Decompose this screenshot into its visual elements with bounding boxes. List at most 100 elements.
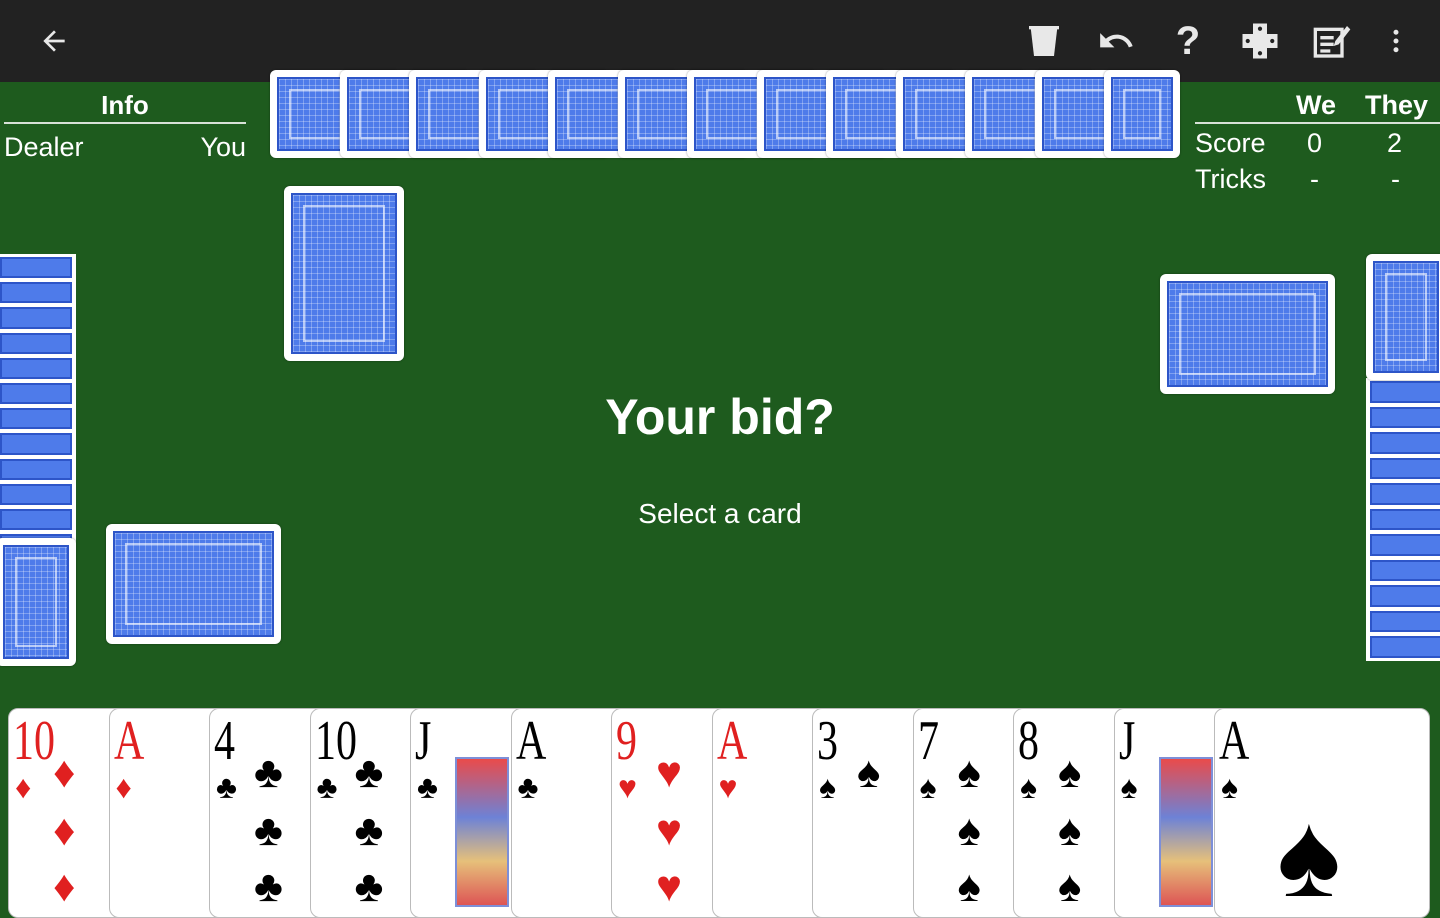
opponent-card-edge — [1366, 454, 1440, 482]
hand-card[interactable]: A ♠ ♠ — [1214, 708, 1430, 918]
score-row: Score 0 2 — [1195, 124, 1440, 160]
card-rank: 10 — [13, 710, 55, 772]
card-suit-icon: ♦ — [15, 769, 32, 805]
score-label: Score — [1195, 128, 1266, 158]
card-suit-icon: ♣ — [316, 769, 338, 805]
card-suit-icon: ♠ — [1120, 769, 1138, 805]
tricks-they: - — [1391, 164, 1400, 194]
card-pip: ♣ — [354, 862, 384, 911]
face-card-art — [1158, 757, 1213, 907]
card-suit-icon: ♠ — [819, 769, 836, 805]
opponent-card-edge — [1366, 556, 1440, 584]
card-pip: ♦ — [53, 862, 76, 911]
card-pip: ♣ — [254, 862, 283, 911]
opponent-card-back — [0, 538, 76, 666]
gamepad-button[interactable] — [1234, 14, 1286, 68]
card-pip: ♠ — [957, 862, 981, 911]
player-hand: 10 ♦ ♦ ♦ ♦ A ♦ 4 ♣ ♣ ♣ ♣ 10 ♣ ♣ ♣ ♣ J ♣ A ♣ 9 ♥ ♥ ♥ ♥ A ♥ 3 ♠ ♠ 7 ♠ ♠ ♠ ♠ 8 ♠… — [8, 708, 1432, 918]
tricks-we: - — [1310, 164, 1319, 194]
card-pip: ♣ — [354, 806, 384, 855]
undo-button[interactable] — [1090, 14, 1142, 68]
face-card-art — [455, 757, 509, 907]
score-they: 2 — [1387, 128, 1403, 158]
card-pip: ♠ — [1058, 806, 1082, 855]
trash-button[interactable] — [1018, 14, 1070, 68]
back-button[interactable] — [28, 14, 80, 68]
more-vert-icon — [1393, 29, 1399, 53]
card-pip: ♠ — [857, 748, 881, 797]
opponent-card-edge — [0, 354, 76, 382]
opponent-card-edge — [1366, 582, 1440, 610]
opponent-card-back — [1104, 70, 1180, 158]
card-pip: ♦ — [53, 806, 76, 855]
tricks-row: Tricks - - — [1195, 160, 1440, 196]
played-card-right — [1160, 274, 1335, 394]
card-suit-icon: ♦ — [115, 769, 132, 805]
info-title: Info — [4, 88, 246, 124]
dealer-label: Dealer — [4, 132, 84, 162]
card-rank: 3 — [817, 710, 838, 772]
card-suit-icon: ♥ — [618, 769, 637, 805]
col-they: They — [1365, 90, 1429, 120]
card-pip: ♠ — [957, 748, 981, 797]
tricks-label: Tricks — [1195, 164, 1266, 194]
card-rank: A — [1219, 710, 1250, 772]
card-suit-icon: ♥ — [718, 769, 738, 805]
opponent-card-edge — [1366, 531, 1440, 559]
card-pip: ♥ — [656, 862, 683, 911]
bid-prompt-title: Your bid? — [605, 389, 835, 445]
dealer-value: You — [200, 132, 246, 162]
card-rank: 9 — [616, 710, 637, 772]
trash-icon — [1029, 26, 1059, 56]
card-pip: ♣ — [254, 748, 283, 797]
card-rank: A — [716, 710, 747, 772]
card-suit-icon: ♣ — [216, 769, 237, 805]
card-rank: 8 — [1018, 710, 1039, 772]
bid-prompt-subtitle: Select a card — [638, 498, 802, 529]
undo-icon — [1100, 33, 1133, 48]
card-pip: ♥ — [656, 806, 683, 855]
score-header: We They — [1195, 88, 1440, 124]
opponent-card-edge — [0, 304, 76, 332]
card-rank: A — [113, 710, 144, 772]
card-pip: ♠ — [957, 806, 981, 855]
card-rank: 10 — [314, 710, 357, 772]
card-pip: ♣ — [354, 748, 384, 797]
card-suit-icon: ♠ — [919, 769, 937, 805]
opponent-card-back — [1366, 254, 1440, 380]
dealer-row: Dealer You — [4, 132, 246, 163]
played-card-left — [106, 524, 281, 644]
more-button[interactable] — [1370, 14, 1422, 68]
score-we: 0 — [1307, 128, 1323, 158]
card-rank: 7 — [917, 710, 939, 772]
card-rank: J — [415, 710, 432, 772]
info-panel: Info Dealer You — [4, 88, 246, 163]
card-pip: ♠ — [1058, 862, 1082, 911]
card-suit-icon: ♠ — [1020, 769, 1037, 805]
card-suit-icon: ♣ — [517, 769, 539, 805]
score-sheet-button[interactable] — [1306, 14, 1358, 68]
opponent-card-edge — [0, 455, 76, 483]
card-pip: ♦ — [53, 748, 76, 797]
arrow-left-icon — [43, 30, 65, 52]
card-pip: ♣ — [254, 806, 283, 855]
score-panel: We They Score 0 2 Tricks - - — [1195, 88, 1440, 196]
card-suit-icon: ♣ — [417, 769, 438, 805]
card-rank: 4 — [214, 710, 235, 772]
opponent-card-edge — [0, 279, 76, 307]
opponent-card-edge — [1366, 633, 1440, 661]
score-sheet-icon — [1313, 26, 1351, 58]
opponent-card-edge — [0, 329, 76, 357]
opponent-card-edge — [0, 254, 76, 282]
card-suit-icon: ♠ — [1221, 769, 1238, 805]
card-rank: J — [1118, 710, 1135, 772]
opponent-card-edge — [1366, 607, 1440, 635]
played-card-top — [284, 186, 404, 361]
col-we: We — [1296, 90, 1337, 120]
help-icon: ? — [1175, 18, 1201, 63]
card-pip: ♥ — [656, 748, 683, 797]
card-rank: A — [515, 710, 546, 772]
help-button[interactable]: ? — [1162, 14, 1214, 68]
ace-center-pip: ♠ — [1277, 788, 1341, 918]
gamepad-icon — [1242, 23, 1278, 59]
